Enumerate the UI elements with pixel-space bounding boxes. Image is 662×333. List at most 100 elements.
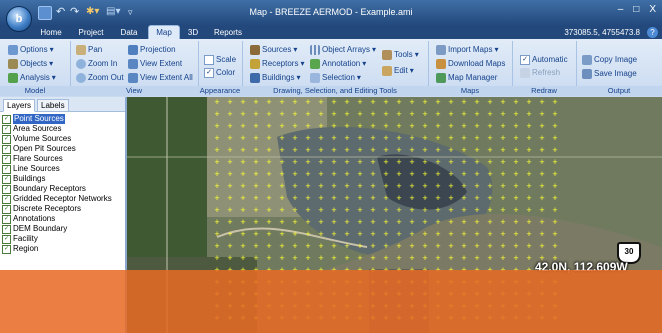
edit-button[interactable]: Edit ▾ <box>382 65 414 77</box>
receptor-marker: + <box>539 157 544 167</box>
receptor-marker: + <box>448 157 453 167</box>
tab-labels[interactable]: Labels <box>37 99 69 112</box>
layer-item[interactable]: ✓ Open Pit Sources <box>2 144 123 154</box>
receptor-marker: + <box>461 193 466 203</box>
layer-item[interactable]: ✓ Gridded Receptor Networks <box>2 194 123 204</box>
layer-label: Boundary Receptors <box>13 184 86 193</box>
receptor-marker: + <box>357 133 362 143</box>
zoom-out-button[interactable]: Zoom Out <box>76 72 124 84</box>
receptor-marker: + <box>305 97 310 107</box>
close-button[interactable]: X <box>649 4 656 15</box>
layer-item[interactable]: ✓ Volume Sources <box>2 134 123 144</box>
receptors-button[interactable]: Receptors ▾ <box>250 58 304 70</box>
layer-item[interactable]: ✓ Facility <box>2 234 123 244</box>
group-model: Options ▾ Objects ▾ Analysis ▾ Model <box>0 41 71 96</box>
layer-checkbox[interactable]: ✓ <box>2 234 11 244</box>
receptor-marker: + <box>396 229 401 239</box>
receptor-marker: + <box>526 109 531 119</box>
layer-item[interactable]: ✓ Area Sources <box>2 124 123 134</box>
layer-checkbox[interactable]: ✓ <box>2 134 11 144</box>
receptor-marker: + <box>461 229 466 239</box>
layer-item[interactable]: ✓ Boundary Receptors <box>2 184 123 194</box>
receptor-marker: + <box>552 181 557 191</box>
receptor-marker: + <box>422 217 427 227</box>
receptor-marker: + <box>279 193 284 203</box>
selection-button[interactable]: Selection ▾ <box>310 72 361 84</box>
save-image-button[interactable]: Save Image <box>582 68 637 80</box>
copy-image-button[interactable]: Copy Image <box>582 54 637 66</box>
tab-3d[interactable]: 3D <box>182 26 204 39</box>
import-maps-button[interactable]: Import Maps ▾ <box>436 44 498 56</box>
receptor-marker: + <box>539 229 544 239</box>
tab-home[interactable]: Home <box>34 26 68 39</box>
layer-checkbox[interactable]: ✓ <box>2 114 11 124</box>
view-extent-button[interactable]: View Extent <box>128 58 182 70</box>
receptor-marker: + <box>344 97 349 107</box>
receptor-marker: + <box>526 241 531 251</box>
receptor-marker: + <box>526 145 531 155</box>
receptor-marker: + <box>513 181 518 191</box>
view-extent-all-button[interactable]: View Extent All <box>128 72 193 84</box>
pan-button[interactable]: Pan <box>76 44 102 56</box>
receptor-marker: + <box>435 169 440 179</box>
tab-data[interactable]: Data <box>114 26 144 39</box>
tab-layers[interactable]: Layers <box>3 99 36 112</box>
annotation-button[interactable]: Annotation ▾ <box>310 58 366 70</box>
receptor-marker: + <box>487 241 492 251</box>
layer-checkbox[interactable]: ✓ <box>2 184 11 194</box>
scale-checkbox[interactable]: Scale <box>204 54 236 66</box>
layer-item[interactable]: ✓ Annotations <box>2 214 123 224</box>
objects-button[interactable]: Objects ▾ <box>8 58 53 70</box>
layer-checkbox[interactable]: ✓ <box>2 164 11 174</box>
tab-map[interactable]: Map <box>148 25 180 40</box>
receptor-marker: + <box>214 193 219 203</box>
receptor-marker: + <box>552 229 557 239</box>
object-arrays-button[interactable]: Object Arrays ▾ <box>310 44 376 56</box>
layer-checkbox[interactable]: ✓ <box>2 214 11 224</box>
pan-icon <box>76 45 86 55</box>
layer-item[interactable]: ✓ Discrete Receptors <box>2 204 123 214</box>
buildings-button[interactable]: Buildings ▾ <box>250 72 300 84</box>
zoom-in-button[interactable]: Zoom In <box>76 58 117 70</box>
receptor-marker: + <box>513 193 518 203</box>
options-button[interactable]: Options ▾ <box>8 44 54 56</box>
color-checkbox[interactable]: ✓ Color <box>204 67 235 79</box>
layer-item[interactable]: ✓ Line Sources <box>2 164 123 174</box>
layer-item[interactable]: ✓ Buildings <box>2 174 123 184</box>
layer-checkbox[interactable]: ✓ <box>2 194 11 204</box>
tab-reports[interactable]: Reports <box>208 26 248 39</box>
layer-item[interactable]: ✓ Point Sources <box>2 114 123 124</box>
download-maps-button[interactable]: Download Maps <box>436 58 505 70</box>
automatic-checkbox[interactable]: ✓ Automatic <box>520 54 568 66</box>
layer-checkbox[interactable]: ✓ <box>2 154 11 164</box>
maximize-button[interactable]: □ <box>633 4 639 15</box>
receptor-marker: + <box>305 229 310 239</box>
layer-item[interactable]: ✓ Flare Sources <box>2 154 123 164</box>
buildings-icon <box>250 73 260 83</box>
receptor-marker: + <box>305 145 310 155</box>
layer-checkbox[interactable]: ✓ <box>2 224 11 234</box>
refresh-button[interactable]: Refresh <box>520 67 560 79</box>
layer-checkbox[interactable]: ✓ <box>2 174 11 184</box>
layer-item[interactable]: ✓ DEM Boundary <box>2 224 123 234</box>
sources-button[interactable]: Sources ▾ <box>250 44 297 56</box>
receptor-marker: + <box>318 157 323 167</box>
receptor-marker: + <box>552 145 557 155</box>
map-manager-button[interactable]: Map Manager <box>436 72 497 84</box>
tools-button[interactable]: Tools ▾ <box>382 49 419 61</box>
layer-item[interactable]: ✓ Region <box>2 244 123 254</box>
layer-checkbox[interactable]: ✓ <box>2 144 11 154</box>
options-icon <box>8 45 18 55</box>
application-menu-button[interactable]: b <box>6 6 32 32</box>
receptor-marker: + <box>266 109 271 119</box>
projection-button[interactable]: Projection <box>128 44 176 56</box>
help-icon[interactable]: ? <box>647 27 658 38</box>
layer-checkbox[interactable]: ✓ <box>2 204 11 214</box>
receptor-marker: + <box>500 253 505 263</box>
tab-project[interactable]: Project <box>72 26 110 39</box>
analysis-button[interactable]: Analysis ▾ <box>8 72 56 84</box>
layer-checkbox[interactable]: ✓ <box>2 244 11 254</box>
layer-checkbox[interactable]: ✓ <box>2 124 11 134</box>
receptor-marker: + <box>409 229 414 239</box>
minimize-button[interactable]: – <box>618 4 624 15</box>
